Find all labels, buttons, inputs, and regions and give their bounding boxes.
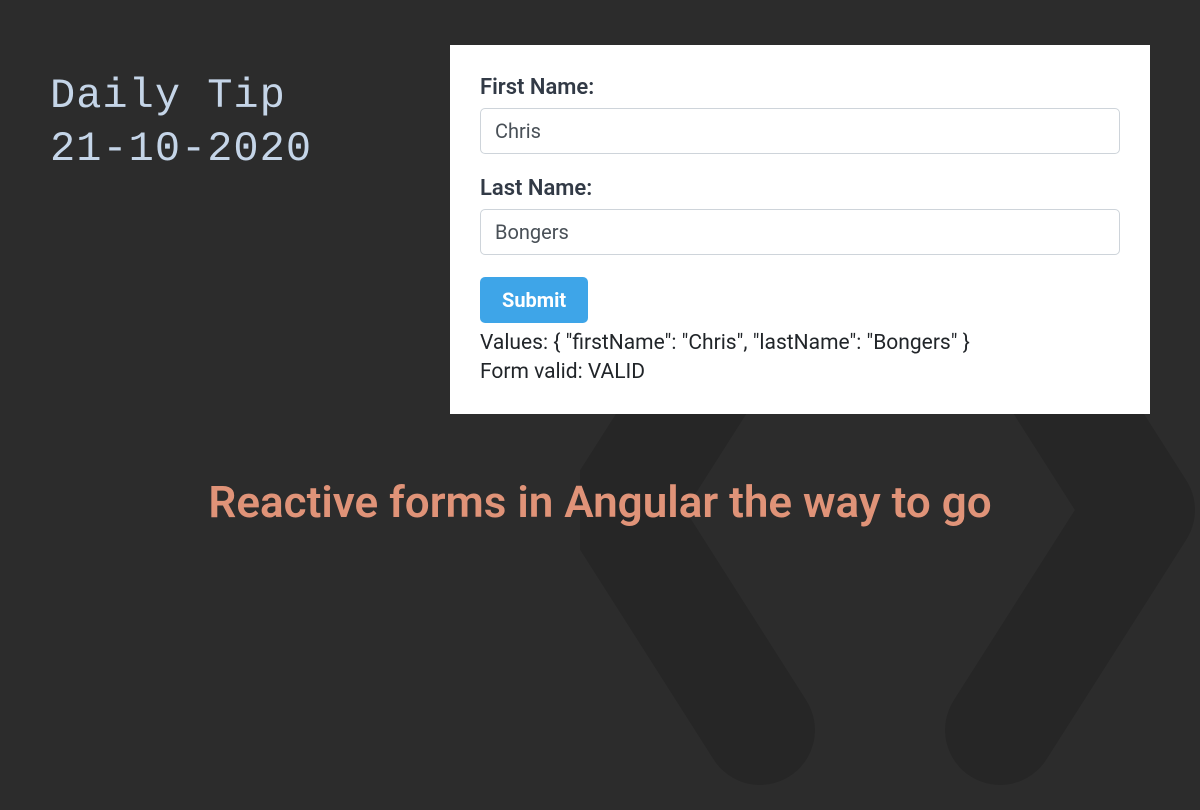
output-valid: Form valid: VALID [480,358,1120,387]
header-line-1: Daily Tip [50,70,312,123]
first-name-label: First Name: [480,75,1120,100]
header-line-2: 21-10-2020 [50,123,312,176]
last-name-group: Last Name: [480,176,1120,255]
output-values: Values: { "firstName": "Chris", "lastNam… [480,329,1120,358]
article-title: Reactive forms in Angular the way to go [0,475,1200,530]
form-card: First Name: Last Name: Submit Values: { … [450,45,1150,414]
last-name-label: Last Name: [480,176,1120,201]
first-name-group: First Name: [480,75,1120,154]
submit-button[interactable]: Submit [480,277,588,323]
header-date-block: Daily Tip 21-10-2020 [50,70,312,175]
last-name-input[interactable] [480,209,1120,255]
first-name-input[interactable] [480,108,1120,154]
